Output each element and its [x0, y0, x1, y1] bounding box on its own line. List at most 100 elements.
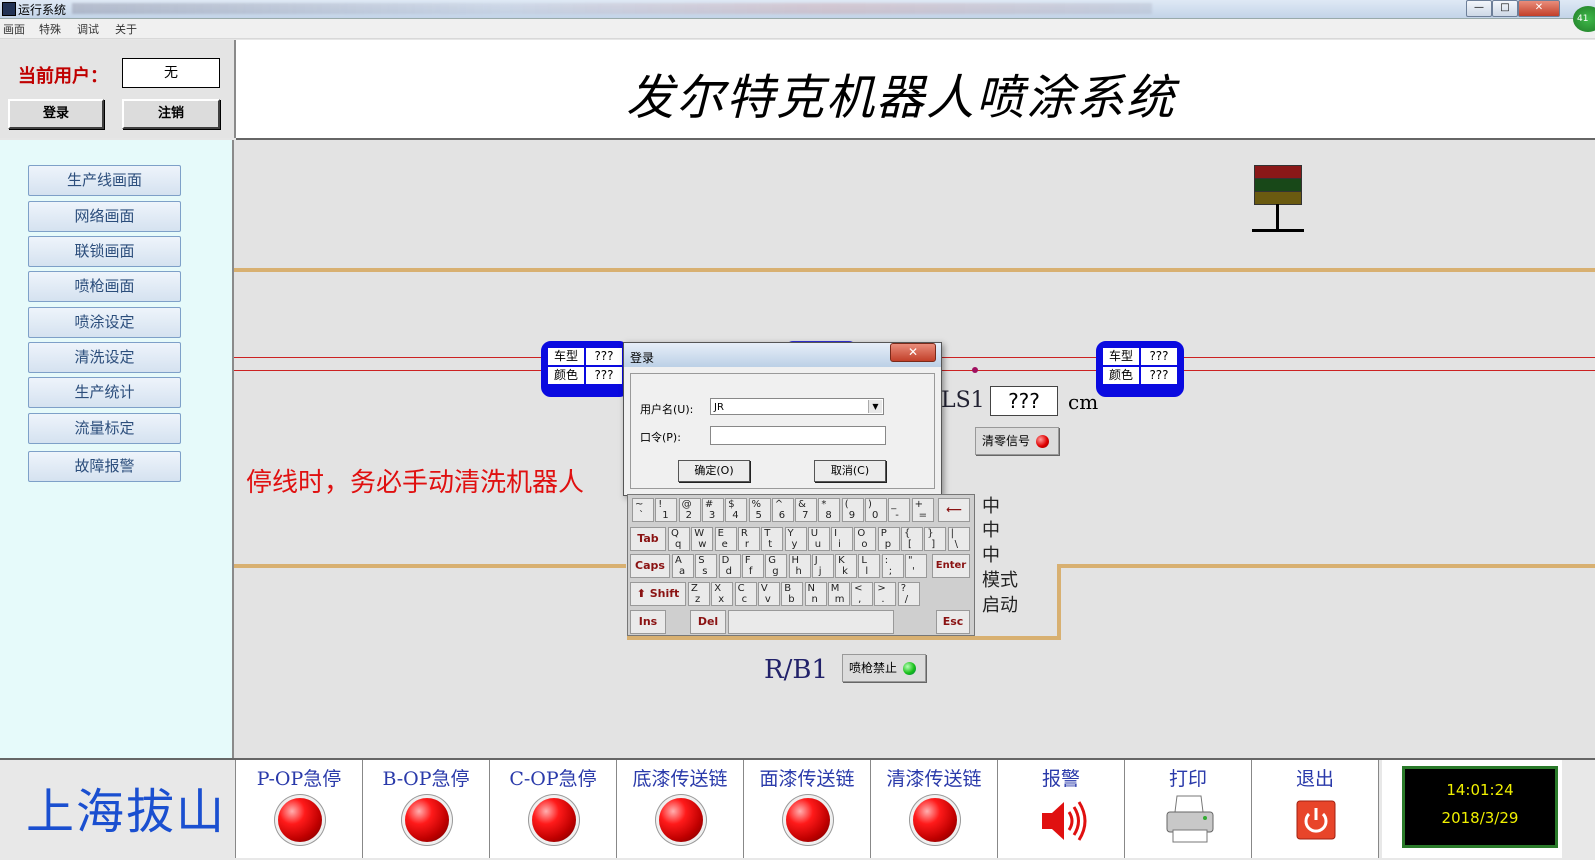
chevron-down-icon[interactable]: ▼	[868, 400, 882, 413]
keyboard-key[interactable]: Jj	[811, 554, 834, 578]
keyboard-key[interactable]: + =	[911, 498, 934, 522]
keyboard-key[interactable]: Dd	[718, 554, 741, 578]
keyboard-key[interactable]: Vv	[757, 582, 780, 606]
keyboard-key[interactable]: Ff	[741, 554, 764, 578]
keyboard-key[interactable]: Pp	[877, 527, 900, 551]
clear-signal-button[interactable]: 清零信号	[975, 427, 1059, 455]
dialog-close-button[interactable]: ✕	[890, 343, 936, 362]
keyboard-key[interactable]: Ee	[714, 527, 737, 551]
close-button[interactable]: ✕	[1518, 0, 1560, 17]
exit-panel[interactable]: 退出	[1251, 760, 1379, 858]
keyboard-key[interactable]: _ -	[888, 498, 911, 522]
key-shift-char: T	[764, 528, 771, 539]
cancel-button[interactable]: 取消(C)	[814, 460, 886, 482]
keyboard-key[interactable]: ^ 6	[771, 498, 794, 522]
alarm-label: 报警	[1041, 768, 1080, 790]
keyboard-key[interactable]: Rr	[737, 527, 760, 551]
estop-p-op-panel[interactable]: P-OP急停	[235, 760, 362, 858]
keyboard-key[interactable]: Oo	[854, 527, 877, 551]
shift-key[interactable]: ⬆ Shift	[630, 582, 686, 606]
tab-key[interactable]: Tab	[630, 527, 666, 551]
backspace-key[interactable]: ⟵	[938, 498, 970, 522]
keyboard-key[interactable]: Yy	[784, 527, 807, 551]
caps-key[interactable]: Caps	[630, 554, 670, 578]
keyboard-key[interactable]: Nn	[804, 582, 827, 606]
keyboard-key[interactable]: Mm	[827, 582, 850, 606]
keyboard-key[interactable]: * 8	[818, 498, 841, 522]
keyboard-key[interactable]: Hh	[788, 554, 811, 578]
keyboard-key[interactable]: Ii	[831, 527, 854, 551]
sidebar-item-spray-settings[interactable]: 喷涂设定	[28, 307, 181, 338]
keyboard-key[interactable]: % 5	[748, 498, 771, 522]
keyboard-key[interactable]: & 7	[795, 498, 818, 522]
sidebar-item-production-stats[interactable]: 生产统计	[28, 377, 181, 408]
escape-key[interactable]: Esc	[936, 610, 970, 634]
password-field[interactable]	[710, 426, 886, 445]
keyboard-key[interactable]: >.	[874, 582, 897, 606]
keyboard-key[interactable]: ! 1	[655, 498, 678, 522]
car-color-label: 颜色	[1103, 367, 1139, 384]
keyboard-key[interactable]: $4	[725, 498, 748, 522]
keyboard-key[interactable]: Gg	[765, 554, 788, 578]
keyboard-key[interactable]: " '	[905, 554, 927, 578]
keyboard-key[interactable]: ) 0	[865, 498, 887, 522]
keyboard-key[interactable]: Bb	[781, 582, 804, 606]
sidebar-item-interlock[interactable]: 联锁画面	[28, 236, 181, 267]
keyboard-key[interactable]: Ll	[858, 554, 881, 578]
conveyor-line-top	[234, 268, 1595, 272]
estop-b-op-panel[interactable]: B-OP急停	[362, 760, 489, 858]
keyboard-key[interactable]: ~ `	[632, 498, 654, 522]
primer-conveyor-panel[interactable]: 底漆传送链	[616, 760, 743, 858]
sidebar-item-spray-gun[interactable]: 喷枪画面	[28, 271, 181, 302]
keyboard-key[interactable]: | \	[947, 527, 970, 551]
insert-key[interactable]: Ins	[630, 610, 666, 634]
key-shift-char: #	[704, 499, 714, 510]
keyboard-key[interactable]: Kk	[835, 554, 858, 578]
car-type-label: 车型	[548, 348, 584, 365]
keyboard-key[interactable]: <,	[851, 582, 874, 606]
sidebar-item-production-line[interactable]: 生产线画面	[28, 165, 181, 196]
keyboard-key[interactable]: @2	[678, 498, 701, 522]
keyboard-key[interactable]: Uu	[807, 527, 830, 551]
keyboard-key[interactable]: Qq	[668, 527, 690, 551]
keyboard-key[interactable]: Tt	[761, 527, 784, 551]
keyboard-key[interactable]: (9	[841, 498, 864, 522]
sidebar-item-network[interactable]: 网络画面	[28, 201, 181, 232]
clearcoat-conveyor-panel[interactable]: 清漆传送链	[870, 760, 997, 858]
alarm-panel[interactable]: 报警	[997, 760, 1124, 858]
keyboard-key[interactable]: ? /	[897, 582, 920, 606]
topcoat-conveyor-label: 面漆传送链	[759, 768, 855, 790]
keyboard-key[interactable]: Zz	[688, 582, 710, 606]
menu-item-special[interactable]: 特殊	[39, 21, 61, 37]
delete-key[interactable]: Del	[690, 610, 726, 634]
keyboard-key[interactable]: }]	[924, 527, 947, 551]
username-combobox[interactable]: JR ▼	[710, 398, 884, 415]
minimize-button[interactable]: —	[1466, 0, 1492, 17]
keyboard-key[interactable]: Aa	[672, 554, 694, 578]
menu-item-debug[interactable]: 调试	[77, 21, 99, 37]
keyboard-key[interactable]: Ww	[691, 527, 714, 551]
keyboard-key[interactable]: Cc	[734, 582, 757, 606]
gun-disable-button[interactable]: 喷枪禁止	[842, 654, 926, 682]
logout-button[interactable]: 注销	[122, 99, 220, 129]
sidebar-item-clean-settings[interactable]: 清洗设定	[28, 342, 181, 373]
sidebar-item-fault-alarm[interactable]: 故障报警	[28, 451, 181, 482]
estop-c-op-panel[interactable]: C-OP急停	[489, 760, 616, 858]
topcoat-conveyor-panel[interactable]: 面漆传送链	[743, 760, 870, 858]
keyboard-key[interactable]: {[	[901, 527, 923, 551]
space-key[interactable]	[728, 610, 894, 634]
maximize-button[interactable]: □	[1492, 0, 1518, 17]
sidebar-item-flow-calibration[interactable]: 流量标定	[28, 413, 181, 444]
menu-item-about[interactable]: 关于	[115, 21, 137, 37]
keyboard-key[interactable]: Xx	[711, 582, 734, 606]
keyboard-key[interactable]: :;	[881, 554, 904, 578]
menu-item-screen[interactable]: 画面	[3, 21, 25, 37]
key-base-char: m	[834, 594, 845, 605]
print-panel[interactable]: 打印	[1124, 760, 1251, 858]
enter-key[interactable]: Enter	[932, 554, 970, 578]
status-line-2: 中	[982, 520, 1000, 541]
keyboard-key[interactable]: Ss	[695, 554, 718, 578]
login-button[interactable]: 登录	[8, 99, 104, 129]
ok-button[interactable]: 确定(O)	[678, 460, 750, 482]
keyboard-key[interactable]: #3	[701, 498, 724, 522]
